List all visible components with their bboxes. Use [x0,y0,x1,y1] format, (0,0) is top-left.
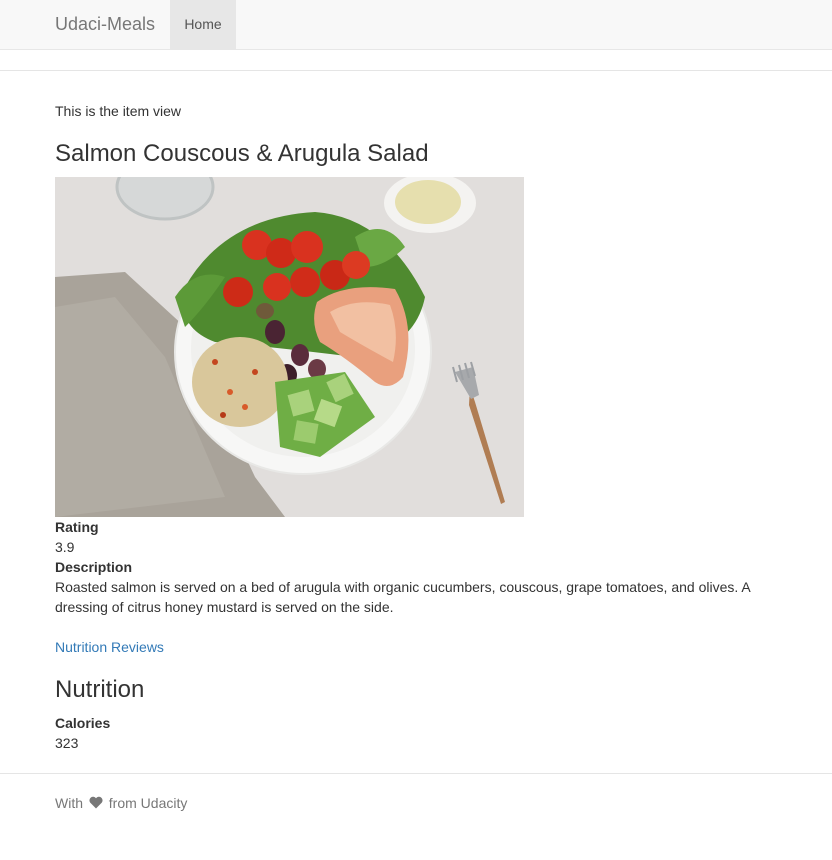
item-photo [55,177,524,517]
description-label: Description [55,559,133,575]
calories-value: 323 [55,735,79,751]
calories-label: Calories [55,715,111,731]
description-text: Roasted salmon is served on a bed of aru… [55,579,750,615]
heart-icon [89,794,103,814]
nutrition-heading: Nutrition [55,676,145,703]
footer-suffix: from Udacity [108,795,188,811]
footer-divider [0,773,832,774]
divider [0,70,832,71]
item-title: Salmon Couscous & Arugula Salad [55,140,429,167]
nutrition-reviews-link[interactable]: Nutrition Reviews [55,637,164,657]
brand-link[interactable]: Udaci-Meals [55,14,155,34]
navbar: Udaci-Meals Home [0,0,832,50]
footer-prefix: With [55,795,83,811]
intro-text: This is the item view [55,103,182,119]
footer: With from Udacity [55,793,187,814]
rating-value: 3.9 [55,539,75,555]
rating-label: Rating [55,519,99,535]
salad-image [55,177,524,517]
nav-home-link[interactable]: Home [170,0,236,49]
